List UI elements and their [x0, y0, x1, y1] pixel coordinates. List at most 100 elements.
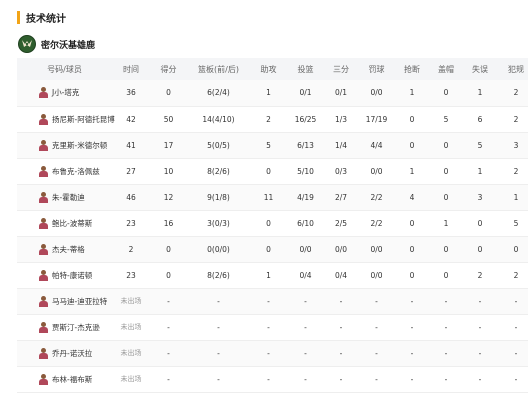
player-avatar-icon: [39, 87, 48, 99]
stat-free-throws: 0/0: [358, 80, 395, 107]
stat-minutes: 42: [112, 106, 150, 133]
stat-blocks: 5: [429, 106, 463, 133]
stat-assists: -: [250, 366, 287, 393]
player-avatar-icon: [39, 165, 48, 177]
stat-blocks: 0: [429, 132, 463, 159]
player-cell[interactable]: 杰夫-蒂格: [17, 236, 112, 263]
stat-three-pointers: 2/5: [324, 210, 358, 237]
player-name[interactable]: 鲍比-波蒂斯: [52, 218, 92, 229]
stat-points: 50: [150, 106, 187, 133]
stat-fouls: 2: [497, 80, 528, 107]
stat-free-throws: 4/4: [358, 132, 395, 159]
stat-points: 10: [150, 158, 187, 185]
stat-fouls: 3: [497, 132, 528, 159]
col-header-player: 号码/球员: [47, 64, 82, 74]
stat-assists: -: [250, 340, 287, 367]
player-cell[interactable]: 朱-霍勒迪: [17, 184, 112, 211]
stat-blocks: 1: [429, 210, 463, 237]
stat-steals: 1: [395, 80, 429, 107]
player-cell[interactable]: 布林-福布斯: [17, 366, 112, 393]
player-name[interactable]: 扬尼斯-阿德托昆博: [52, 114, 115, 125]
stat-steals: -: [395, 288, 429, 315]
table-row: 马马迪-迪亚拉特 未出场 - - - - - - - - - -: [17, 288, 528, 315]
stat-field-goals: 16/25: [287, 106, 324, 133]
table-row: J小-塔克 36 0 6(2/4) 1 0/1 0/1 0/0 1 0 1 2: [17, 80, 528, 107]
player-name[interactable]: 乔丹-诺沃拉: [52, 348, 92, 359]
stat-rebounds: -: [187, 340, 250, 367]
stat-turnovers: -: [463, 340, 497, 367]
stat-fouls: 5: [497, 210, 528, 237]
stat-points: 12: [150, 184, 187, 211]
player-avatar-icon: [39, 217, 48, 229]
box-score-table: 号码/球员 时间 得分 篮板(前/后) 助攻 投篮 三分 罚球 抢断 盖帽 失误…: [17, 58, 528, 393]
col-header-points: 得分: [160, 64, 177, 74]
table-header-row: 号码/球员 时间 得分 篮板(前/后) 助攻 投篮 三分 罚球 抢断 盖帽 失误…: [17, 58, 528, 80]
stat-minutes: 未出场: [112, 366, 150, 393]
stat-rebounds: 0(0/0): [187, 236, 250, 263]
player-cell[interactable]: J小-塔克: [17, 80, 112, 107]
col-header-field-goals: 投篮: [297, 64, 314, 74]
stat-fouls: -: [497, 340, 528, 367]
player-name[interactable]: 朱-霍勒迪: [52, 192, 85, 203]
stat-points: -: [150, 314, 187, 341]
player-name[interactable]: 帕特-康诺顿: [52, 270, 92, 281]
player-name[interactable]: J小-塔克: [52, 87, 79, 98]
col-header-assists: 助攻: [260, 64, 277, 74]
stat-three-pointers: -: [324, 288, 358, 315]
stat-three-pointers: 0/0: [324, 236, 358, 263]
player-cell[interactable]: 马马迪-迪亚拉特: [17, 288, 112, 315]
table-row: 乔丹-诺沃拉 未出场 - - - - - - - - - -: [17, 340, 528, 367]
stat-points: 0: [150, 236, 187, 263]
player-name[interactable]: 马马迪-迪亚拉特: [52, 296, 107, 307]
stat-minutes: 未出场: [112, 288, 150, 315]
player-cell[interactable]: 乔丹-诺沃拉: [17, 340, 112, 367]
stat-assists: 0: [250, 236, 287, 263]
table-row: 布林-福布斯 未出场 - - - - - - - - - -: [17, 366, 528, 393]
player-cell[interactable]: 克里斯-米德尔顿: [17, 132, 112, 159]
stat-minutes: 未出场: [112, 314, 150, 341]
stat-minutes: 46: [112, 184, 150, 211]
stat-rebounds: 6(2/4): [187, 80, 250, 107]
stat-turnovers: 0: [463, 210, 497, 237]
stat-steals: 0: [395, 262, 429, 289]
stat-three-pointers: 1/3: [324, 106, 358, 133]
col-header-turnovers: 失误: [472, 64, 488, 74]
player-cell[interactable]: 贾斯汀-杰克逊: [17, 314, 112, 341]
player-name[interactable]: 杰夫-蒂格: [52, 244, 85, 255]
stat-points: 16: [150, 210, 187, 237]
stat-minutes: 27: [112, 158, 150, 185]
player-cell[interactable]: 帕特-康诺顿: [17, 262, 112, 289]
stat-minutes: 2: [112, 236, 150, 263]
stat-fouls: 2: [497, 158, 528, 185]
stat-rebounds: 3(0/3): [187, 210, 250, 237]
player-name[interactable]: 克里斯-米德尔顿: [52, 140, 107, 151]
stat-three-pointers: 0/1: [324, 80, 358, 107]
stat-assists: 11: [250, 184, 287, 211]
player-cell[interactable]: 鲍比-波蒂斯: [17, 210, 112, 237]
player-name[interactable]: 贾斯汀-杰克逊: [52, 322, 100, 333]
player-avatar-icon: [39, 373, 48, 385]
stat-fouls: 0: [497, 236, 528, 263]
stat-rebounds: 5(0/5): [187, 132, 250, 159]
table-row: 扬尼斯-阿德托昆博 42 50 14(4/10) 2 16/25 1/3 17/19 0 5 6 2: [17, 106, 528, 133]
stat-field-goals: 0/0: [287, 236, 324, 263]
stat-fouls: 2: [497, 106, 528, 133]
player-cell[interactable]: 扬尼斯-阿德托昆博: [17, 106, 115, 133]
player-cell[interactable]: 布鲁克-洛佩兹: [17, 158, 112, 185]
player-avatar-icon: [39, 295, 48, 307]
stat-field-goals: 4/19: [287, 184, 324, 211]
stat-field-goals: 6/13: [287, 132, 324, 159]
stat-turnovers: -: [463, 314, 497, 341]
player-name[interactable]: 布林-福布斯: [52, 374, 92, 385]
stat-fouls: -: [497, 288, 528, 315]
stat-blocks: -: [429, 314, 463, 341]
stat-steals: -: [395, 340, 429, 367]
player-name[interactable]: 布鲁克-洛佩兹: [52, 166, 100, 177]
table-row: 克里斯-米德尔顿 41 17 5(0/5) 5 6/13 1/4 4/4 0 0 5 3: [17, 132, 528, 159]
stat-assists: -: [250, 314, 287, 341]
stat-points: 0: [150, 80, 187, 107]
stat-turnovers: 1: [463, 80, 497, 107]
stat-rebounds: 8(2/6): [187, 158, 250, 185]
stat-free-throws: -: [358, 314, 395, 341]
stat-points: -: [150, 340, 187, 367]
